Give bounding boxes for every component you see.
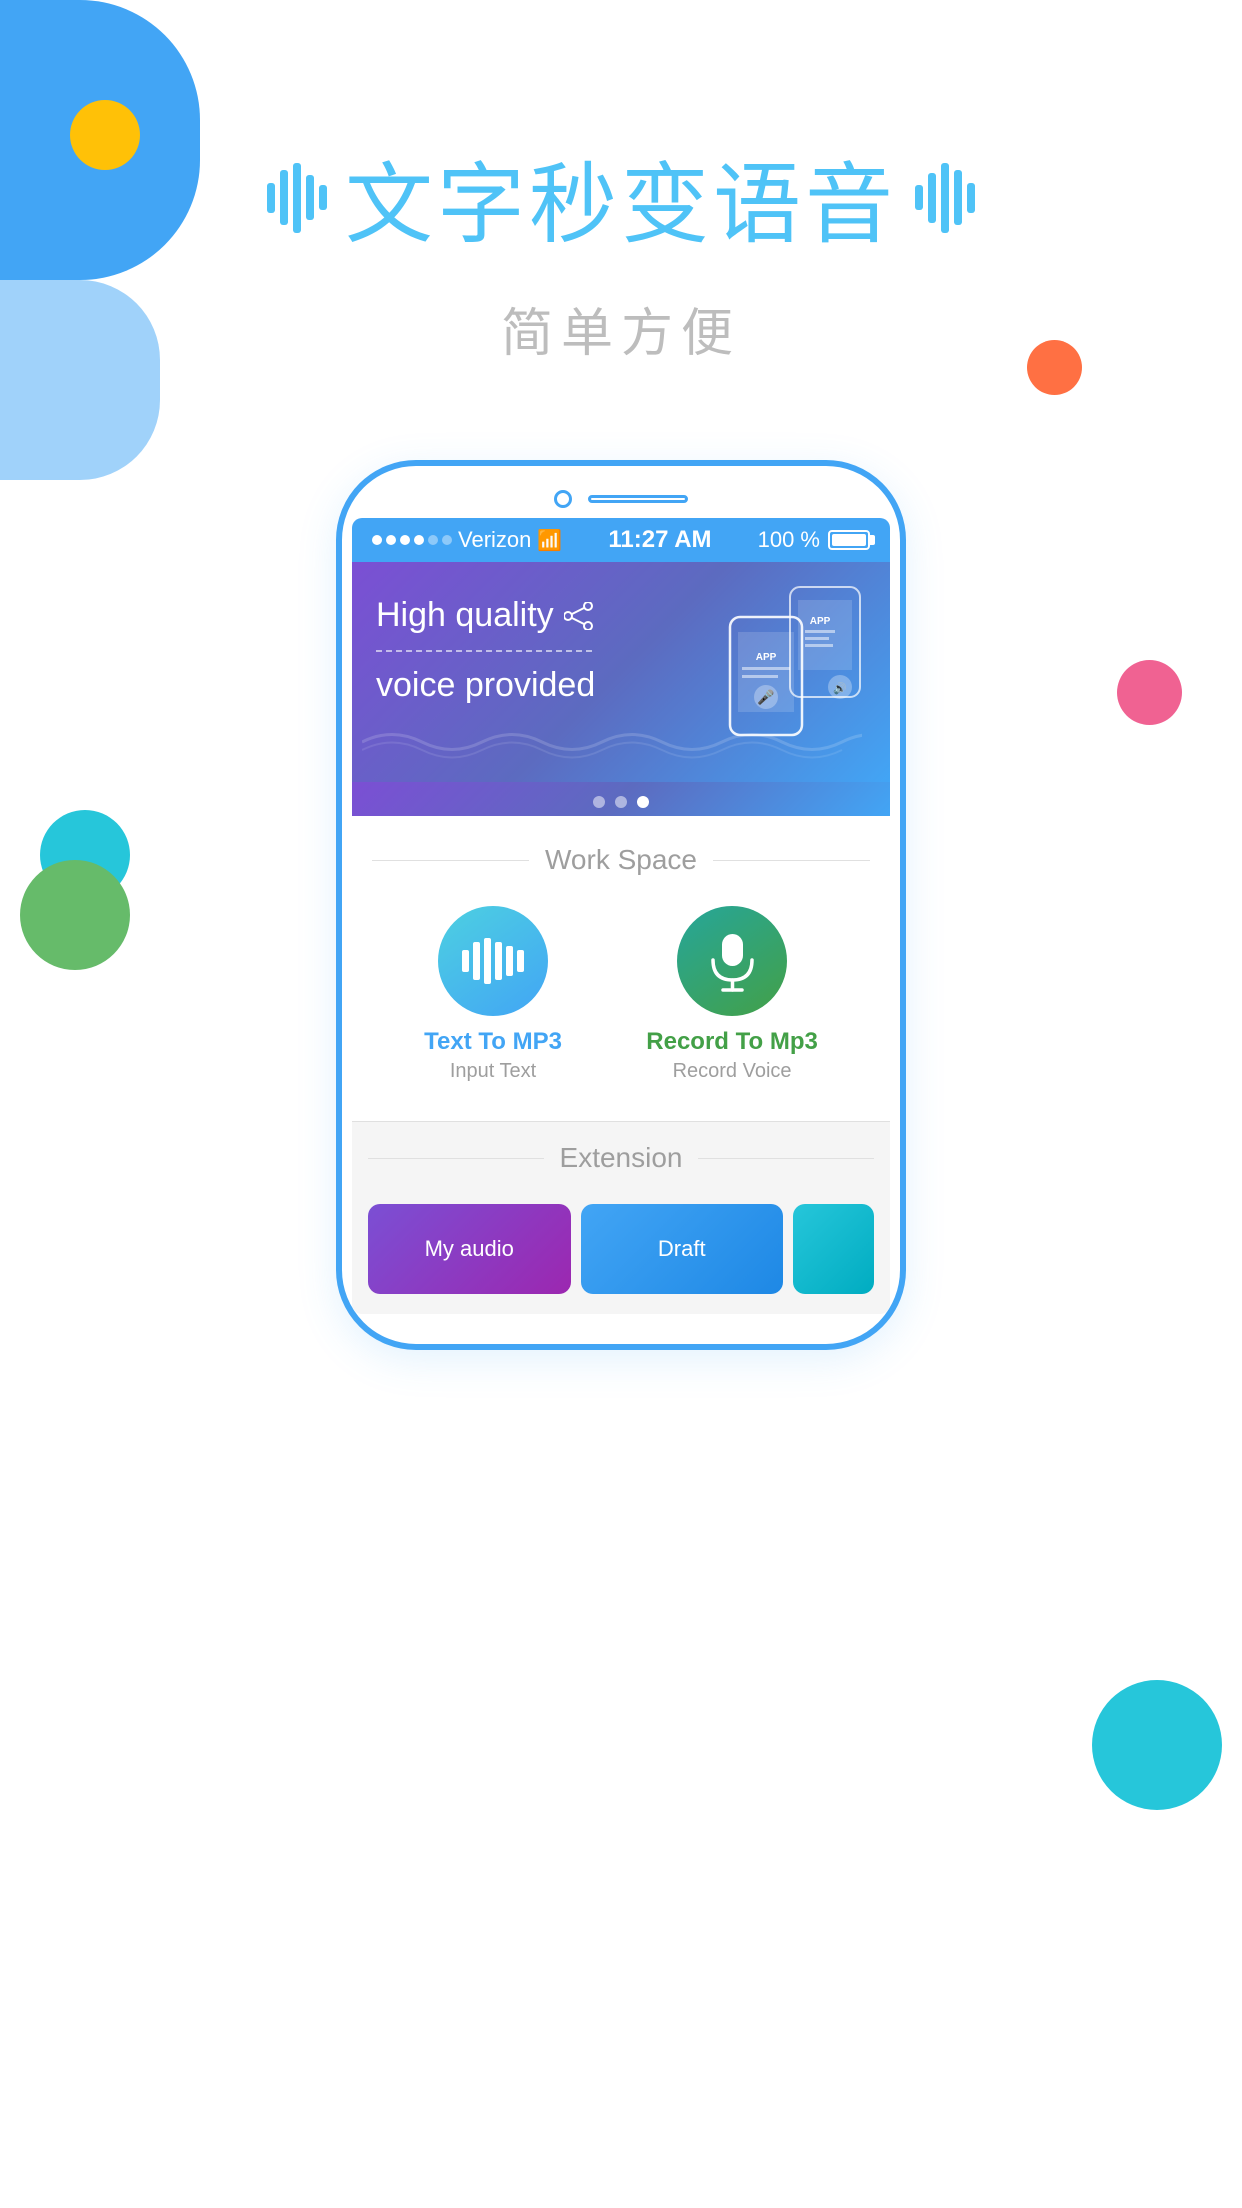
left-line [368, 1158, 544, 1159]
text-to-mp3-item[interactable]: Text To MP3 Input Text [424, 906, 562, 1083]
bar [473, 942, 480, 980]
title-row: 文字秒变语音 [267, 134, 975, 261]
phone-speaker [588, 495, 688, 503]
app-title: 文字秒变语音 [345, 134, 897, 261]
my-audio-card[interactable]: My audio [368, 1204, 571, 1294]
extension-title: Extension [560, 1142, 683, 1174]
banner[interactable]: APP APP 🎤 [352, 562, 890, 782]
battery-percent: 100 % [758, 527, 820, 553]
svg-text:🔊: 🔊 [833, 681, 847, 695]
app-subtitle: 简单方便 [501, 291, 741, 366]
banner-text: High quality voice provided [376, 592, 646, 709]
wave-bar [941, 163, 949, 233]
deco-circle-cyan [1092, 1680, 1222, 1810]
status-time: 11:27 AM [608, 526, 711, 554]
waveform-right-icon [915, 163, 975, 233]
wave-bar [915, 185, 923, 210]
battery-fill [832, 534, 866, 546]
text-to-mp3-icon [438, 906, 548, 1016]
share-icon [564, 602, 594, 630]
deco-circle-pink [1117, 660, 1182, 725]
record-to-mp3-item[interactable]: Record To Mp3 Record Voice [646, 906, 818, 1083]
signal-dot [386, 535, 396, 545]
text-to-mp3-label: Text To MP3 [424, 1028, 562, 1056]
phone-outer: Verizon 📶 11:27 AM 100 % [336, 460, 906, 1350]
wave-bar [293, 163, 301, 233]
record-to-mp3-label: Record To Mp3 [646, 1028, 818, 1056]
extra-card[interactable] [793, 1204, 874, 1294]
record-to-mp3-sublabel: Record Voice [673, 1060, 792, 1083]
signal-dots [372, 535, 452, 545]
phone-top-bar [352, 490, 890, 508]
phone-mockup: Verizon 📶 11:27 AM 100 % [336, 460, 906, 1350]
signal-dot [400, 535, 410, 545]
wave-bar [928, 173, 936, 223]
phone-screen: Verizon 📶 11:27 AM 100 % [352, 518, 890, 1314]
svg-text:🎤: 🎤 [757, 688, 775, 706]
draft-card[interactable]: Draft [581, 1204, 784, 1294]
right-line [698, 1158, 874, 1159]
workspace-section: Work Space [352, 816, 890, 1121]
my-audio-label: My audio [425, 1236, 514, 1262]
wave-bar [280, 170, 288, 225]
banner-line1: High quality [376, 592, 554, 640]
bar [462, 950, 469, 972]
extension-grid: My audio Draft [368, 1204, 874, 1294]
wave-bar [319, 185, 327, 210]
workspace-grid: Text To MP3 Input Text [372, 906, 870, 1083]
deco-circle-green [20, 860, 130, 970]
wave-bar [306, 175, 314, 220]
signal-dot-empty [442, 535, 452, 545]
dot-1[interactable] [593, 796, 605, 808]
battery-icon [828, 530, 870, 550]
phone-camera [554, 490, 572, 508]
left-line [372, 860, 529, 861]
banner-line2: voice provided [376, 666, 595, 704]
extension-header: Extension [368, 1142, 874, 1174]
wave-bar [267, 183, 275, 213]
svg-text:APP: APP [756, 652, 777, 663]
banner-wave [362, 722, 862, 762]
banner-divider [376, 650, 592, 652]
banner-title-row: High quality [376, 592, 646, 640]
right-line [713, 860, 870, 861]
status-left: Verizon 📶 [372, 527, 562, 553]
workspace-title: Work Space [545, 844, 697, 876]
signal-dot [414, 535, 424, 545]
signal-dot [372, 535, 382, 545]
extension-section: Extension My audio Draft [352, 1121, 890, 1314]
draft-label: Draft [658, 1236, 706, 1262]
wifi-icon: 📶 [537, 528, 562, 553]
signal-dot-empty [428, 535, 438, 545]
bar [484, 938, 491, 984]
top-section: 文字秒变语音 简单方便 [0, 0, 1242, 500]
carrier-name: Verizon [458, 527, 531, 553]
banner-dots [352, 782, 890, 816]
dot-2[interactable] [615, 796, 627, 808]
bar [506, 946, 513, 976]
wave-bar [954, 170, 962, 225]
audio-waveform-icon [462, 938, 524, 984]
bar [495, 942, 502, 980]
workspace-header: Work Space [372, 844, 870, 876]
status-right: 100 % [758, 527, 870, 553]
bar [517, 950, 524, 972]
svg-text:APP: APP [810, 616, 831, 627]
dot-3-active[interactable] [637, 796, 649, 808]
text-to-mp3-sublabel: Input Text [450, 1060, 536, 1083]
microphone-icon [705, 930, 760, 992]
status-bar: Verizon 📶 11:27 AM 100 % [352, 518, 890, 562]
waveform-left-icon [267, 163, 327, 233]
record-to-mp3-icon [677, 906, 787, 1016]
wave-bar [967, 183, 975, 213]
